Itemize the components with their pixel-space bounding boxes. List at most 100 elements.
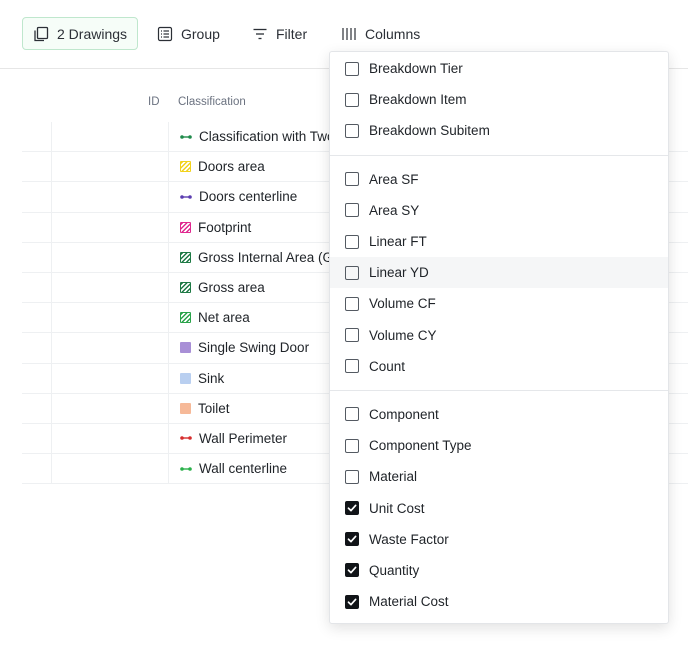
classification-label: Wall centerline [199, 461, 288, 477]
row-classification-cell: Footprint [169, 220, 251, 235]
column-option-label: Component Type [369, 438, 472, 454]
row-classification-cell: Toilet [169, 401, 230, 416]
column-option[interactable]: Unit Cost [330, 492, 668, 523]
column-option-label: Quantity [369, 562, 420, 578]
filter-button[interactable]: Filter [242, 17, 317, 50]
color-swatch-icon [180, 402, 191, 414]
row-id-cell [52, 333, 169, 363]
classification-label: Doors area [198, 159, 265, 175]
row-id-cell [52, 212, 169, 242]
row-select-cell[interactable] [22, 272, 52, 303]
row-select-cell[interactable] [22, 242, 52, 272]
checkbox-icon[interactable] [345, 123, 359, 138]
column-option[interactable]: Area SY [330, 195, 668, 226]
column-option-label: Volume CF [369, 296, 436, 312]
hatch-swatch-icon [180, 221, 191, 233]
column-option[interactable]: Material Cost [330, 586, 668, 617]
row-select-cell[interactable] [22, 212, 52, 242]
group-button[interactable]: Group [147, 17, 230, 50]
checkbox-checked-icon[interactable] [345, 594, 359, 609]
column-option-label: Unit Cost [369, 500, 425, 516]
row-select-cell[interactable] [22, 182, 52, 212]
header-classification[interactable]: Classification [178, 96, 246, 108]
filter-icon [252, 26, 268, 42]
row-id-cell [52, 272, 169, 303]
column-option-label: Component [369, 406, 439, 422]
menu-divider [330, 154, 668, 156]
columns-button[interactable]: Columns [331, 17, 430, 50]
checkbox-icon[interactable] [345, 203, 359, 218]
drawings-button[interactable]: 2 Drawings [22, 17, 139, 50]
column-option[interactable]: Breakdown Item [330, 84, 668, 115]
row-classification-cell: Single Swing Door [169, 340, 309, 355]
classification-label: Toilet [198, 400, 230, 416]
row-classification-cell: Doors area [169, 159, 265, 174]
column-option-group: Area SF Area SY Linear FT Linear YD Volume C… [330, 163, 668, 383]
classification-label: Classification with Two [199, 129, 335, 145]
row-select-cell[interactable] [22, 303, 52, 333]
checkbox-checked-icon[interactable] [345, 563, 359, 578]
row-id-cell [52, 454, 169, 484]
row-classification-cell: Wall Perimeter [169, 431, 287, 446]
hatch-swatch-icon [180, 312, 191, 324]
column-option[interactable]: Volume CF [330, 288, 668, 319]
classification-label: Sink [198, 370, 225, 386]
row-select-cell[interactable] [22, 122, 52, 152]
checkbox-checked-icon[interactable] [345, 501, 359, 516]
filter-label: Filter [276, 25, 308, 42]
row-classification-cell: Doors centerline [169, 189, 297, 204]
row-select-cell[interactable] [22, 363, 52, 393]
column-option[interactable]: Material [330, 461, 668, 492]
row-select-cell[interactable] [22, 454, 52, 484]
column-option[interactable]: Area SF [330, 164, 668, 195]
checkbox-icon[interactable] [345, 92, 359, 107]
column-option[interactable]: Breakdown Subitem [330, 115, 668, 146]
row-select-cell[interactable] [22, 152, 52, 182]
checkbox-icon[interactable] [345, 407, 359, 422]
column-option[interactable]: Component [330, 399, 668, 430]
column-option[interactable]: Count [330, 351, 668, 382]
classification-label: Net area [198, 310, 250, 326]
line-style-icon [180, 134, 192, 139]
column-option[interactable]: Linear FT [330, 226, 668, 257]
group-label: Group [181, 25, 220, 42]
classification-label: Wall Perimeter [199, 430, 288, 446]
column-option-label: Count [369, 358, 406, 374]
checkbox-icon[interactable] [345, 469, 359, 484]
checkbox-icon[interactable] [345, 265, 359, 280]
row-select-cell[interactable] [22, 423, 52, 454]
line-style-icon [180, 466, 192, 471]
checkbox-icon[interactable] [345, 234, 359, 249]
checkbox-icon[interactable] [345, 296, 359, 311]
drawings-label: 2 Drawings [57, 25, 128, 42]
column-option[interactable]: Linear YD [330, 257, 668, 289]
row-classification-cell: Classification with Two [169, 129, 335, 144]
header-id[interactable]: ID [148, 96, 160, 108]
line-style-icon [180, 436, 192, 441]
checkbox-icon[interactable] [345, 61, 359, 76]
hatch-swatch-icon [180, 282, 191, 294]
row-select-cell[interactable] [22, 333, 52, 363]
column-option-label: Breakdown Item [369, 92, 467, 108]
column-option[interactable]: Volume CY [330, 320, 668, 351]
checkbox-icon[interactable] [345, 438, 359, 453]
column-option-label: Breakdown Subitem [369, 123, 490, 139]
classification-label: Gross area [198, 280, 265, 296]
column-option[interactable]: Waste Factor [330, 524, 668, 555]
row-id-cell [52, 393, 169, 423]
checkbox-icon[interactable] [345, 172, 359, 187]
row-select-cell[interactable] [22, 393, 52, 423]
checkbox-icon[interactable] [345, 328, 359, 343]
column-option[interactable]: Component Type [330, 430, 668, 461]
row-classification-cell: Sink [169, 371, 224, 386]
column-option-label: Material Cost [369, 594, 449, 610]
color-swatch-icon [180, 372, 191, 384]
column-option[interactable]: Quantity [330, 555, 668, 586]
checkbox-checked-icon[interactable] [345, 532, 359, 547]
row-id-cell [52, 363, 169, 393]
row-id-cell [52, 152, 169, 182]
column-option[interactable]: Breakdown Tier [330, 53, 668, 84]
column-option-label: Breakdown Tier [369, 61, 463, 77]
checkbox-icon[interactable] [345, 359, 359, 374]
menu-divider [330, 389, 668, 391]
